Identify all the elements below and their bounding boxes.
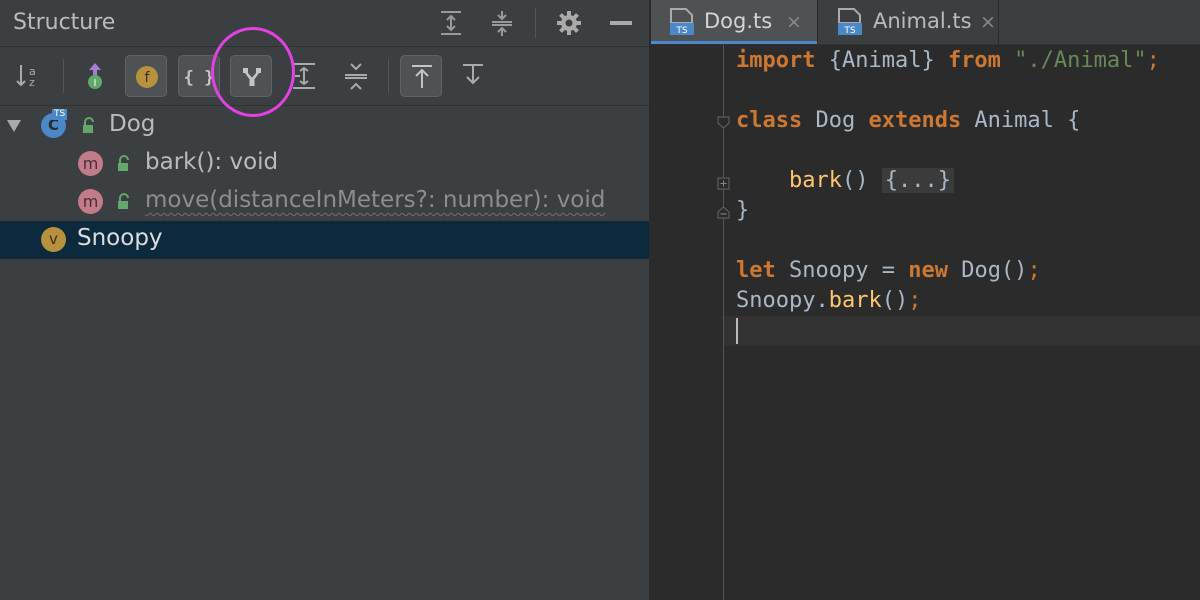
toolbar-divider bbox=[388, 59, 389, 93]
structure-header: Structure bbox=[0, 0, 649, 47]
panel-title: Structure bbox=[13, 10, 116, 35]
svg-text:TS: TS bbox=[675, 26, 687, 36]
expand-fold-icon[interactable] bbox=[717, 177, 730, 190]
variable-icon: v bbox=[41, 227, 66, 252]
tree-item-label: move(distanceInMeters?: number): void bbox=[145, 187, 606, 213]
folded-code-region[interactable]: {...} bbox=[881, 168, 954, 193]
autoscroll-from-source-icon[interactable] bbox=[452, 55, 494, 97]
tab-animal-ts[interactable]: TS Animal.ts × bbox=[818, 0, 998, 44]
code-editor[interactable]: TS Dog.ts × TS Animal.ts × import {Anima… bbox=[651, 0, 1200, 600]
code-line-close: } bbox=[736, 198, 750, 223]
header-divider bbox=[535, 8, 536, 38]
code-line-method: bark() {...} bbox=[736, 168, 954, 193]
close-icon[interactable]: × bbox=[980, 11, 996, 33]
public-lock-icon bbox=[118, 155, 129, 171]
svg-text:TS: TS bbox=[843, 26, 855, 36]
tree-item-snoopy[interactable]: v Snoopy bbox=[0, 221, 649, 259]
fold-end-icon[interactable] bbox=[717, 206, 730, 219]
code-line-import: import {Animal} from "./Animal"; bbox=[736, 48, 1160, 73]
svg-text:I: I bbox=[94, 78, 97, 89]
tab-dog-ts[interactable]: TS Dog.ts × bbox=[651, 0, 817, 44]
expand-icon[interactable] bbox=[283, 55, 325, 97]
minimize-icon[interactable] bbox=[606, 8, 636, 38]
code-line-call: Snoopy.bark(); bbox=[736, 288, 922, 313]
autoscroll-to-source-icon[interactable] bbox=[400, 55, 442, 97]
literals-toggle-label: { } bbox=[184, 68, 215, 88]
structure-toolbar: az I f { } bbox=[0, 47, 649, 106]
tab-label: Animal.ts bbox=[873, 9, 972, 33]
show-object-literals-icon[interactable]: { } bbox=[178, 55, 220, 97]
fold-start-icon[interactable] bbox=[717, 116, 730, 129]
expand-all-icon[interactable] bbox=[436, 8, 466, 38]
tab-label: Dog.ts bbox=[704, 9, 773, 33]
collapse-icon[interactable] bbox=[335, 55, 377, 97]
expand-arrow-icon[interactable] bbox=[6, 119, 22, 133]
collapse-all-icon[interactable] bbox=[487, 8, 517, 38]
tree-item-label: Dog bbox=[109, 111, 156, 137]
method-icon: m bbox=[78, 151, 103, 176]
sort-alphabetically-icon[interactable]: az bbox=[8, 55, 50, 97]
typescript-file-icon: TS bbox=[838, 8, 862, 36]
structure-panel: Structure az I f { } C TS Dog m bark(): … bbox=[0, 0, 649, 600]
code-line-let: let Snoopy = new Dog(); bbox=[736, 258, 1041, 283]
editor-tab-bar: TS Dog.ts × TS Animal.ts × bbox=[651, 0, 1200, 45]
show-fields-icon[interactable]: f bbox=[125, 55, 167, 97]
text-caret bbox=[736, 318, 738, 344]
current-line-highlight bbox=[724, 316, 1200, 346]
group-by-type-icon[interactable] bbox=[230, 55, 272, 97]
gear-icon[interactable] bbox=[554, 8, 584, 38]
tab-divider bbox=[998, 0, 999, 44]
svg-text:z: z bbox=[29, 76, 35, 89]
tree-item-bark[interactable]: m bark(): void bbox=[0, 145, 649, 183]
tree-item-label: Snoopy bbox=[77, 225, 163, 251]
typescript-badge: TS bbox=[52, 109, 68, 120]
show-inherited-icon[interactable]: I bbox=[74, 55, 116, 97]
tree-item-label: bark(): void bbox=[145, 149, 279, 175]
tree-item-dog[interactable]: C TS Dog bbox=[0, 107, 649, 145]
tree-item-move[interactable]: m move(distanceInMeters?: number): void bbox=[0, 183, 649, 221]
toolbar-divider bbox=[63, 59, 64, 93]
public-lock-icon bbox=[118, 193, 129, 209]
code-line-class: class Dog extends Animal { bbox=[736, 108, 1081, 133]
public-lock-icon bbox=[83, 117, 94, 133]
method-icon: m bbox=[78, 189, 103, 214]
typescript-file-icon: TS bbox=[670, 8, 694, 36]
close-icon[interactable]: × bbox=[786, 11, 802, 33]
